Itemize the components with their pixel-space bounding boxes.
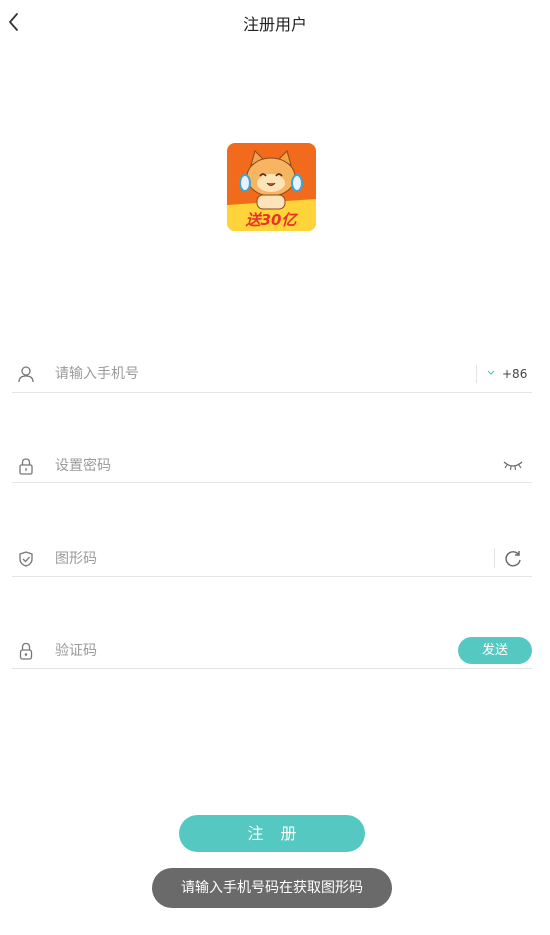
toast-message: 请输入手机号码在获取图形码 bbox=[152, 868, 392, 908]
sms-code-row: 发送 bbox=[12, 636, 532, 669]
captcha-row bbox=[12, 542, 532, 577]
shield-check-icon bbox=[19, 551, 33, 567]
refresh-icon[interactable] bbox=[503, 549, 523, 569]
eye-closed-icon[interactable] bbox=[502, 457, 524, 473]
nav-bar: 注册用户 bbox=[0, 0, 550, 44]
logo-badge-text: 送30亿 bbox=[245, 211, 299, 229]
captcha-input[interactable] bbox=[55, 547, 465, 571]
sms-code-input[interactable] bbox=[55, 639, 435, 663]
register-button[interactable]: 注 册 bbox=[179, 815, 365, 852]
user-icon bbox=[18, 366, 34, 383]
password-row bbox=[12, 450, 532, 483]
chevron-down-icon bbox=[487, 370, 495, 375]
divider bbox=[494, 548, 495, 568]
send-code-button[interactable]: 发送 bbox=[458, 637, 532, 664]
password-input[interactable] bbox=[55, 454, 475, 478]
lock-icon bbox=[19, 458, 33, 475]
page-title: 注册用户 bbox=[242, 15, 307, 34]
phone-input[interactable] bbox=[55, 362, 455, 386]
app-logo: 送30亿 bbox=[227, 143, 316, 231]
phone-row: +86 bbox=[12, 358, 532, 393]
unlock-icon bbox=[19, 642, 33, 660]
country-code-label: +86 bbox=[502, 367, 528, 381]
country-code-selector[interactable]: +86 bbox=[482, 364, 532, 386]
divider bbox=[476, 365, 477, 383]
